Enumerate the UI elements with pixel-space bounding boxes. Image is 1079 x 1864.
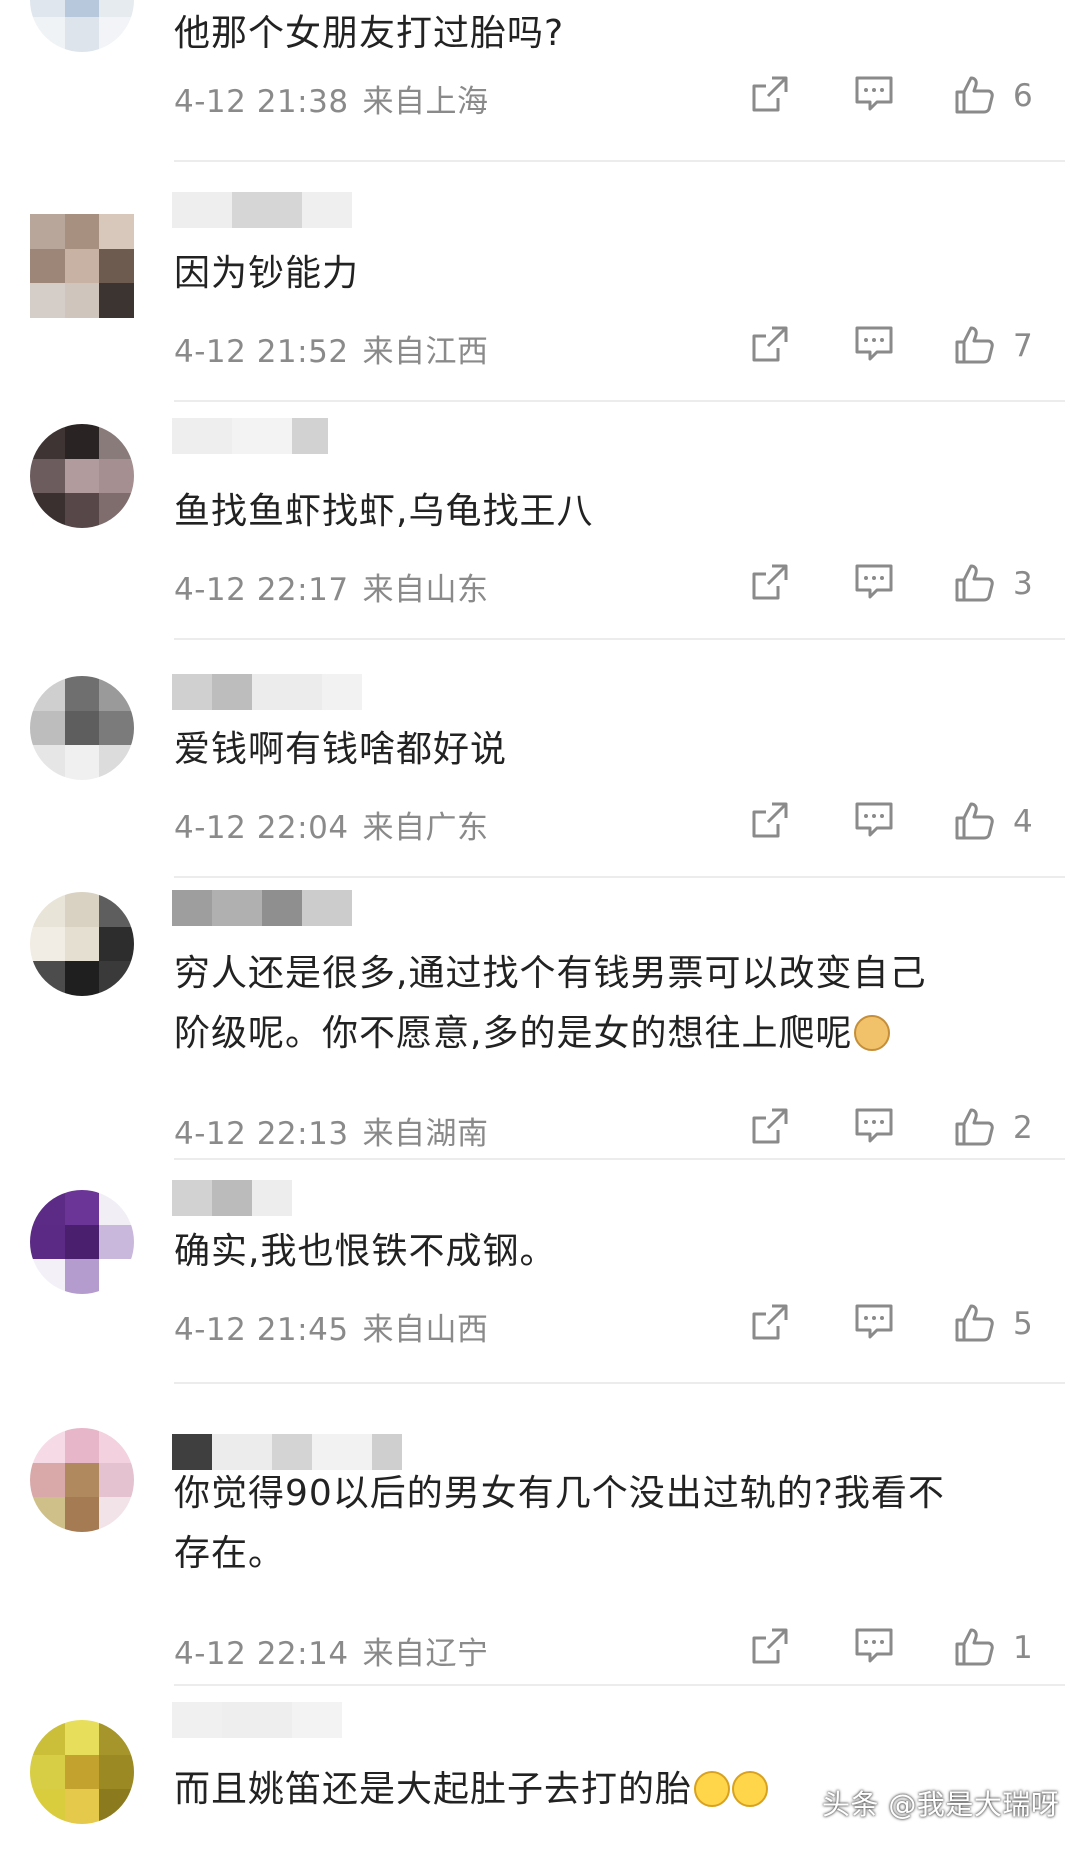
reply-icon[interactable] — [853, 1302, 895, 1342]
comment-text: 爱钱啊有钱啥都好说 — [174, 729, 508, 770]
reply-icon[interactable] — [853, 324, 895, 364]
like-count: 7 — [1013, 328, 1033, 364]
comment-text-line: 存在。 — [174, 1533, 286, 1574]
like-count: 4 — [1013, 804, 1033, 840]
like-count: 1 — [1013, 1630, 1033, 1666]
comment-text: 穷人还是很多,通过找个有钱男票可以改变自己 阶级呢。你不愿意,多的是女的想往上爬… — [174, 944, 1054, 1064]
comment-meta: 4-12 22:17 来自山东 — [174, 564, 489, 609]
like-count: 5 — [1013, 1306, 1033, 1342]
comment-time: 4-12 21:38 — [174, 84, 349, 120]
comment-text: 因为钞能力 — [174, 253, 360, 294]
reply-icon[interactable] — [853, 800, 895, 840]
watermark: 头条 @我是大瑞呀 — [822, 1788, 1060, 1821]
share-icon[interactable] — [750, 1106, 790, 1146]
comment-text: 他那个女朋友打过胎吗? — [174, 13, 565, 54]
divider — [174, 638, 1065, 640]
comment-text-line: 阶级呢。你不愿意,多的是女的想往上爬呢 — [174, 1004, 1054, 1064]
thumbs-up-icon[interactable] — [953, 74, 995, 116]
share-icon[interactable] — [750, 324, 790, 364]
doge-emoji-icon — [854, 1015, 891, 1051]
comment-actions: 5 — [740, 1302, 1050, 1350]
comment-location: 来自广东 — [362, 810, 489, 846]
divider — [174, 160, 1065, 162]
divider — [174, 400, 1065, 402]
comment-time: 4-12 22:14 — [174, 1636, 349, 1672]
username-blurred[interactable] — [172, 890, 352, 926]
thumbs-up-icon[interactable] — [953, 800, 995, 842]
thumbs-up-icon[interactable] — [953, 1302, 995, 1344]
reply-icon[interactable] — [853, 74, 895, 114]
comment-time: 4-12 22:17 — [174, 572, 349, 608]
comment-feed: 他那个女朋友打过胎吗? 4-12 21:38 来自上海 6 因为钞能力 4-12… — [0, 0, 1079, 1864]
comment-actions: 1 — [740, 1626, 1050, 1674]
reply-icon[interactable] — [853, 1106, 895, 1146]
share-icon[interactable] — [750, 1626, 790, 1666]
comment-location: 来自辽宁 — [362, 1636, 489, 1672]
username-blurred[interactable] — [172, 192, 352, 228]
comment-meta: 4-12 21:52 来自江西 — [174, 326, 489, 371]
comment-text: 确实,我也恨铁不成钢。 — [174, 1231, 557, 1272]
comment-actions: 3 — [740, 562, 1050, 610]
like-count: 3 — [1013, 566, 1033, 602]
comment-actions: 6 — [740, 74, 1050, 122]
avatar[interactable] — [30, 1190, 134, 1294]
username-blurred[interactable] — [172, 1180, 292, 1216]
comment-location: 来自上海 — [362, 84, 489, 120]
comment-text: 你觉得90以后的男女有几个没出过轨的?我看不 存在。 — [174, 1464, 1054, 1584]
comment-actions: 7 — [740, 324, 1050, 372]
username-blurred[interactable] — [172, 418, 328, 454]
username-blurred[interactable] — [172, 674, 362, 710]
like-count: 2 — [1013, 1110, 1033, 1146]
username-blurred[interactable] — [172, 1702, 342, 1738]
thumbs-up-icon[interactable] — [953, 1626, 995, 1668]
comment-meta: 4-12 21:45 来自山西 — [174, 1304, 489, 1349]
comment-meta: 4-12 22:04 来自广东 — [174, 802, 489, 847]
thumbs-up-icon[interactable] — [953, 562, 995, 604]
comment-text-line: 你觉得90以后的男女有几个没出过轨的?我看不 — [174, 1473, 945, 1514]
comment-location: 来自江西 — [362, 334, 489, 370]
comment-actions: 4 — [740, 800, 1050, 848]
comment-actions: 2 — [740, 1106, 1050, 1154]
thumbs-up-icon[interactable] — [953, 1106, 995, 1148]
avatar[interactable] — [30, 214, 134, 318]
divider — [174, 1382, 1065, 1384]
comment-location: 来自山西 — [362, 1312, 489, 1348]
avatar[interactable] — [30, 892, 134, 996]
avatar[interactable] — [30, 1720, 134, 1824]
avatar[interactable] — [30, 0, 134, 52]
comment-location: 来自湖南 — [362, 1116, 489, 1152]
divider — [174, 1684, 1065, 1686]
like-count: 6 — [1013, 78, 1033, 114]
comment-text-line: 穷人还是很多,通过找个有钱男票可以改变自己 — [174, 953, 927, 994]
crying-emoji-icon — [694, 1771, 731, 1807]
share-icon[interactable] — [750, 562, 790, 602]
comment-meta: 4-12 22:14 来自辽宁 — [174, 1628, 489, 1673]
comment-meta: 4-12 22:13 来自湖南 — [174, 1108, 489, 1153]
thumbs-up-icon[interactable] — [953, 324, 995, 366]
avatar[interactable] — [30, 676, 134, 780]
divider — [174, 876, 1065, 878]
divider — [174, 1158, 1065, 1160]
avatar[interactable] — [30, 1428, 134, 1532]
comment-time: 4-12 21:52 — [174, 334, 349, 370]
comment-text: 鱼找鱼虾找虾,乌龟找王八 — [174, 491, 594, 532]
comment-time: 4-12 21:45 — [174, 1312, 349, 1348]
comment-time: 4-12 22:04 — [174, 810, 349, 846]
share-icon[interactable] — [750, 74, 790, 114]
comment-meta: 4-12 21:38 来自上海 — [174, 76, 489, 121]
comment-location: 来自山东 — [362, 572, 489, 608]
share-icon[interactable] — [750, 800, 790, 840]
comment-time: 4-12 22:13 — [174, 1116, 349, 1152]
comment-text-content: 而且姚笛还是大起肚子去打的胎 — [174, 1769, 693, 1810]
reply-icon[interactable] — [853, 562, 895, 602]
avatar[interactable] — [30, 424, 134, 528]
share-icon[interactable] — [750, 1302, 790, 1342]
reply-icon[interactable] — [853, 1626, 895, 1666]
comment-text-line-content: 阶级呢。你不愿意,多的是女的想往上爬呢 — [174, 1013, 853, 1054]
crying-emoji-icon — [732, 1771, 769, 1807]
